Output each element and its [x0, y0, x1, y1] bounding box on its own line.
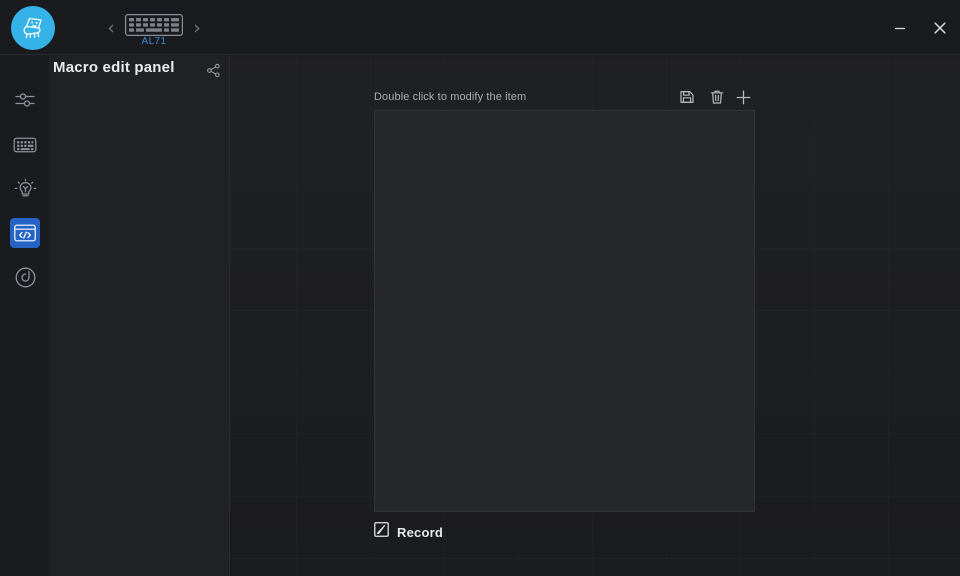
delete-item-button[interactable]	[706, 86, 728, 108]
share-icon	[206, 63, 220, 77]
sidebar-item-lighting[interactable]	[10, 174, 40, 204]
trash-icon	[710, 90, 724, 104]
plus-icon	[736, 90, 750, 104]
record-edit-icon	[374, 522, 389, 542]
add-item-button[interactable]	[732, 86, 754, 108]
next-device-button[interactable]: ›	[188, 17, 206, 39]
title-bar: ‹ AL71 ›	[0, 0, 960, 55]
editor-hint: Double click to modify the item	[374, 91, 527, 103]
window-controls	[880, 0, 960, 55]
save-icon	[680, 90, 694, 104]
close-icon	[934, 21, 946, 34]
keyboard-icon	[13, 137, 37, 153]
sliders-icon	[15, 93, 35, 107]
navigation-rail	[0, 55, 50, 576]
keyboard-icon[interactable]	[125, 14, 183, 36]
minimize-button[interactable]	[880, 10, 920, 46]
minimize-icon	[895, 27, 905, 29]
dial-icon	[15, 267, 35, 287]
panel-header: Macro edit panel	[50, 55, 230, 85]
lightbulb-icon	[14, 178, 36, 196]
sidebar-item-macro[interactable]	[10, 218, 40, 248]
code-icon	[14, 224, 36, 242]
macro-step-list[interactable]	[374, 110, 755, 512]
sidebar-item-settings[interactable]	[10, 85, 40, 115]
record-edit-icon-glyph	[374, 522, 389, 537]
app-window: ‹ AL71 › Macro edit panel Double click t…	[0, 0, 960, 576]
close-button[interactable]	[920, 10, 960, 46]
page-title: Macro edit panel	[53, 59, 175, 76]
sidebar-item-keyboard[interactable]	[10, 130, 40, 160]
record-button[interactable]: Record	[374, 520, 443, 544]
record-button-label: Record	[397, 524, 443, 540]
macro-list-panel	[50, 55, 230, 576]
macro-editor: Double click to modify the item Record	[230, 55, 960, 576]
device-selector: ‹ AL71 ›	[96, 5, 216, 51]
save-button[interactable]	[676, 86, 698, 108]
app-logo-glyph	[23, 17, 42, 39]
keyboard-icon-glyph	[125, 14, 183, 36]
sidebar-item-dial[interactable]	[10, 262, 40, 292]
share-button[interactable]	[203, 60, 223, 80]
app-logo	[11, 6, 55, 50]
